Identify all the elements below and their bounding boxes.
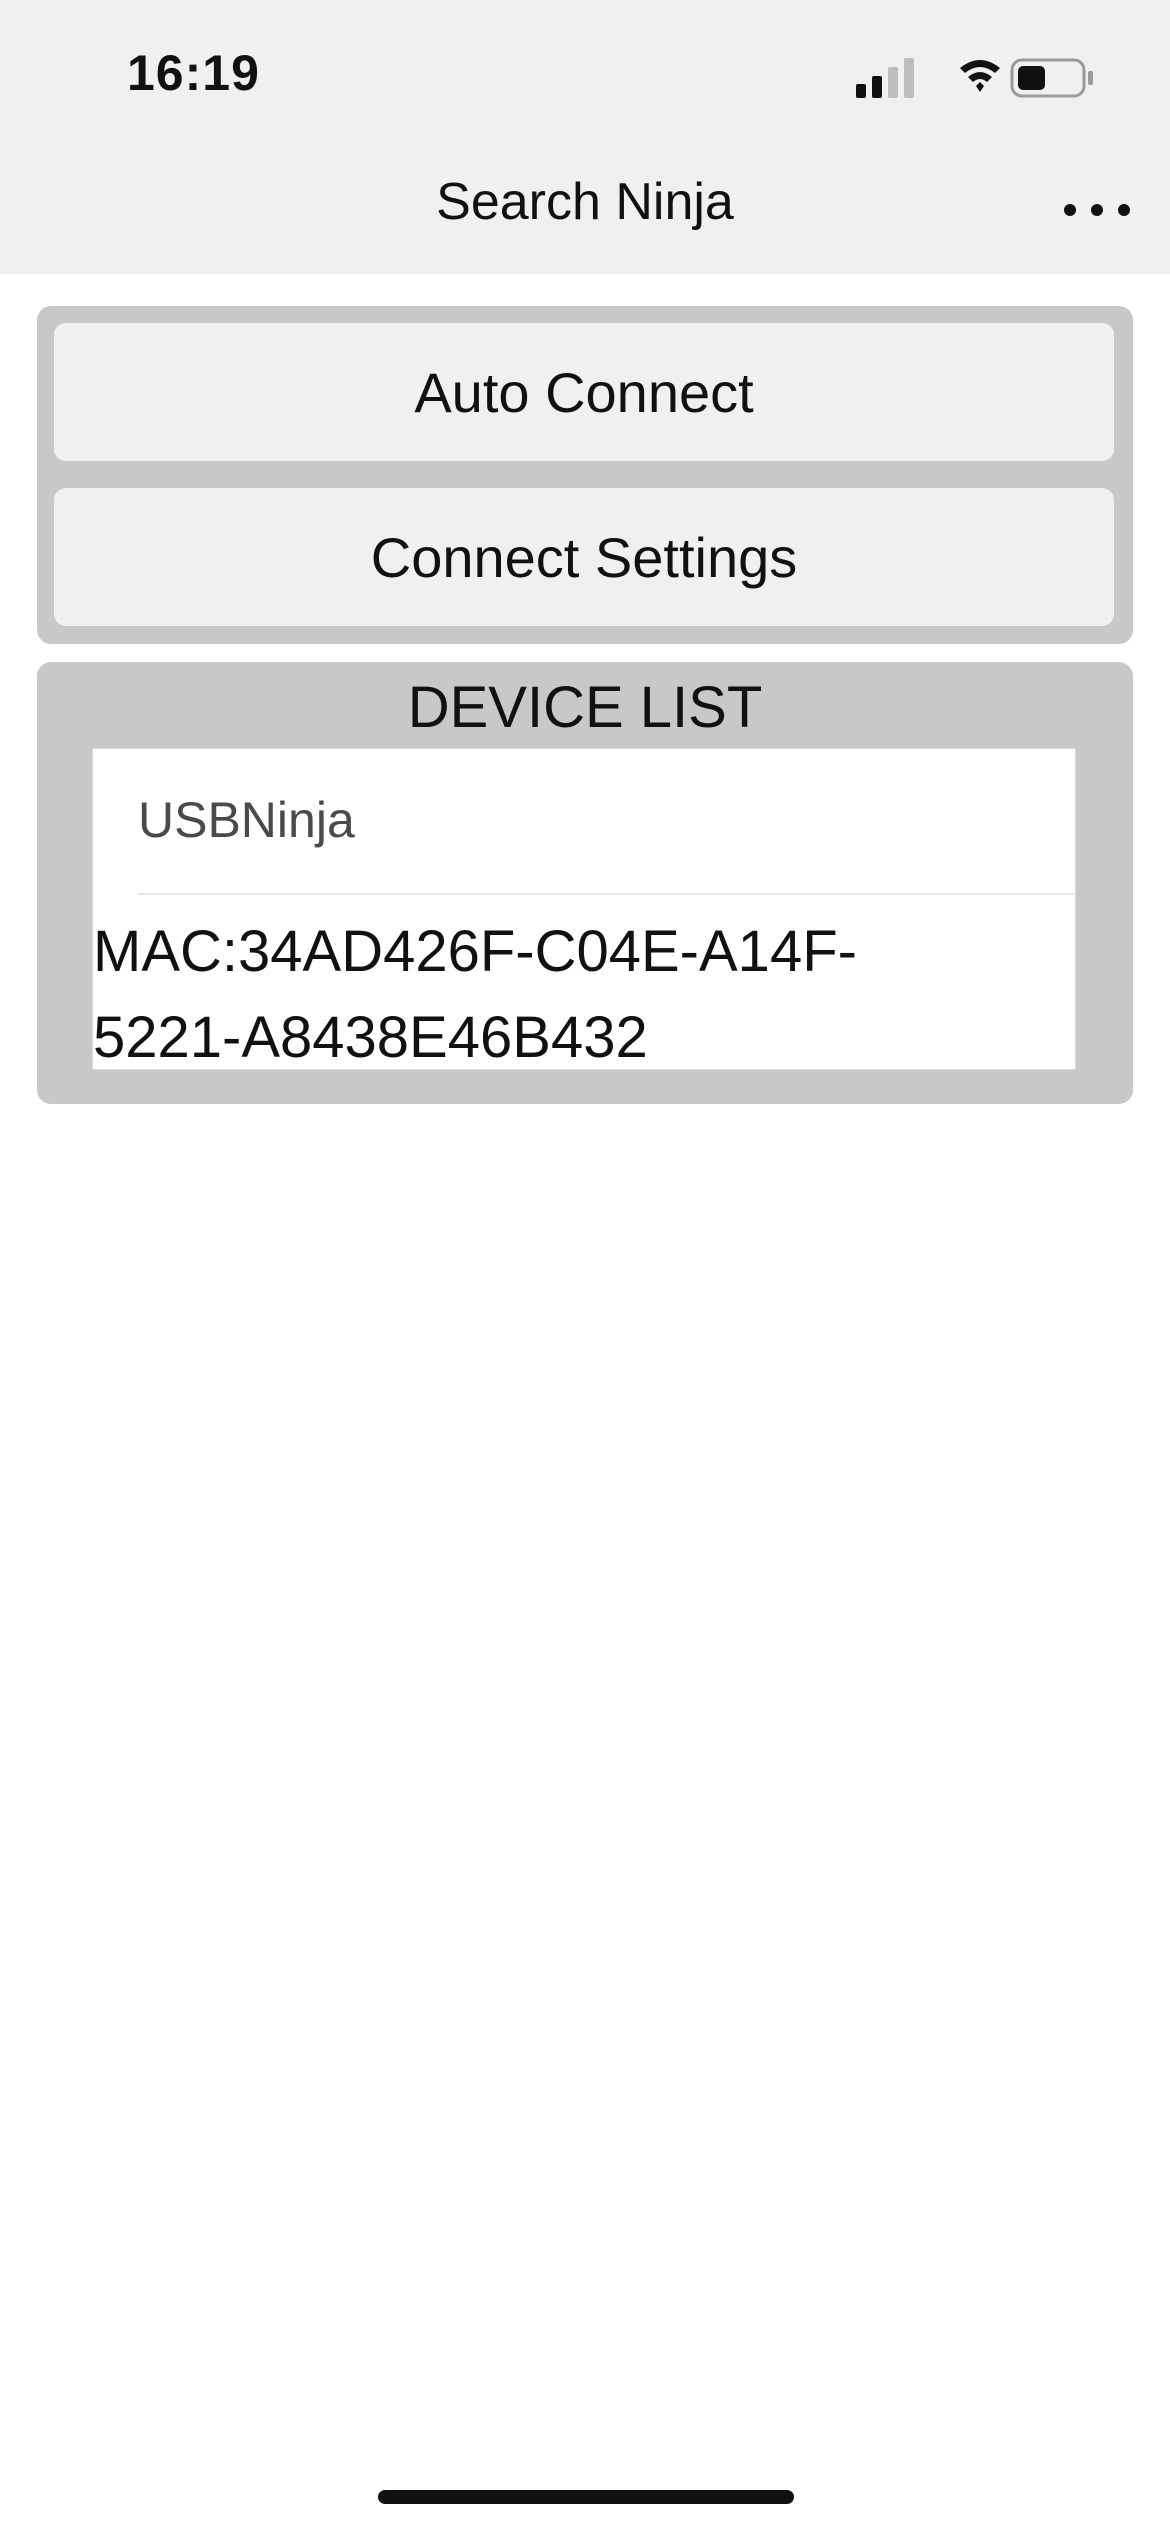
more-dot	[1091, 204, 1103, 216]
status-bar: 16:19	[0, 0, 1170, 130]
device-name: USBNinja	[138, 792, 355, 848]
more-horizontal-icon	[1064, 204, 1076, 216]
home-indicator[interactable]	[378, 2490, 794, 2504]
page-title: Search Ninja	[436, 173, 734, 231]
cellular-signal-icon	[856, 58, 914, 98]
device-mac-address: MAC:34AD426F-C04E-A14F-5221-A8438E46B432	[93, 919, 857, 1070]
more-menu-button[interactable]	[1064, 192, 1130, 222]
device-list-item[interactable]: USBNinja MAC:34AD426F-C04E-A14F-5221-A84…	[92, 748, 1076, 1070]
device-list-panel: DEVICE LIST USBNinja MAC:34AD426F-C04E-A…	[37, 662, 1133, 1104]
status-icons	[850, 54, 1100, 102]
battery-icon	[1010, 58, 1093, 98]
status-icons-svg	[856, 58, 1093, 98]
nav-bar: Search Ninja	[0, 130, 1170, 274]
more-dot	[1118, 204, 1130, 216]
connect-actions-panel: Auto Connect Connect Settings	[37, 306, 1133, 644]
device-list-title: DEVICE LIST	[407, 675, 763, 740]
auto-connect-button[interactable]: Auto Connect	[54, 323, 1114, 461]
wifi-icon	[960, 60, 1000, 92]
divider	[138, 893, 1075, 895]
status-time: 16:19	[127, 45, 260, 101]
battery-fill	[1018, 66, 1045, 90]
connect-settings-button[interactable]: Connect Settings	[54, 488, 1114, 626]
